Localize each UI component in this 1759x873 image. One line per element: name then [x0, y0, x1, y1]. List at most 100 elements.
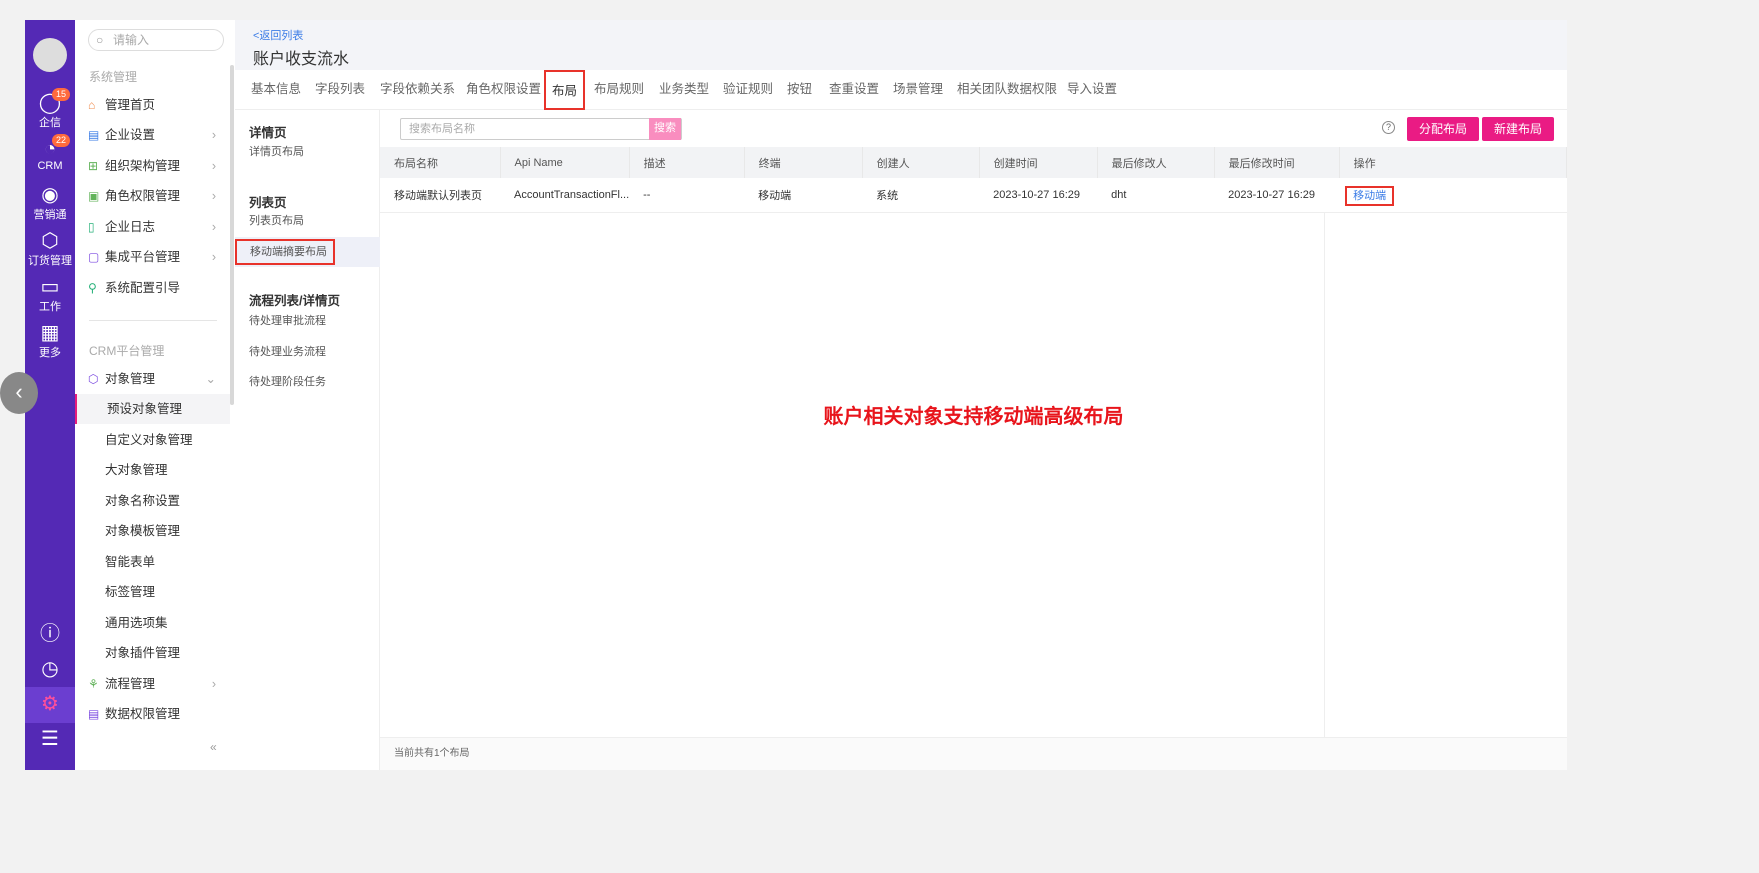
nav-sub-smartform[interactable]: 智能表单 — [75, 547, 230, 577]
tab-dedup[interactable]: 查重设置 — [829, 70, 879, 110]
page-title: 账户收支流水 — [253, 51, 350, 68]
rail-label: 营销通 — [33, 209, 67, 221]
new-layout-button[interactable]: 新建布局 — [1482, 117, 1555, 141]
tab-buttons[interactable]: 按钮 — [787, 70, 812, 110]
subnav-stage[interactable]: 待处理阶段任务 — [235, 367, 380, 397]
rail-label: 工作 — [39, 301, 61, 313]
subnav-mobile-summary[interactable]: 移动端摘要布局 — [235, 237, 380, 267]
column-header: 创建时间 — [979, 147, 1098, 178]
nav-sub-tags[interactable]: 标签管理 — [75, 577, 230, 607]
avatar[interactable] — [33, 38, 67, 72]
rail-item-marketing[interactable]: ◉ 营销通 — [25, 184, 75, 222]
chevron-right-icon: › — [211, 159, 216, 173]
section-title: 系统管理 — [89, 70, 138, 84]
tab-field-deps[interactable]: 字段依赖关系 — [380, 70, 455, 110]
rail-item-orders[interactable]: ⬡ 订货管理 — [25, 230, 75, 268]
tab-scenes[interactable]: 场景管理 — [893, 70, 943, 110]
scrollbar[interactable] — [230, 65, 234, 405]
divider — [89, 320, 217, 321]
tab-layout[interactable]: 布局 — [544, 70, 586, 110]
chevron-right-icon: › — [211, 250, 216, 264]
nav-sub-preset[interactable]: 预设对象管理 — [75, 394, 230, 424]
search-button[interactable]: 搜索 — [649, 118, 681, 140]
annotation-text: 账户相关对象支持移动端高级布局 — [823, 406, 1124, 428]
column-header: 操作 — [1339, 147, 1568, 178]
nav-sub-options[interactable]: 通用选项集 — [75, 608, 230, 638]
lock-doc-icon: ▤ — [88, 707, 100, 721]
rail-item-crm[interactable]: ◔ 22 CRM — [25, 134, 75, 172]
id-card-icon: ▣ — [88, 189, 100, 203]
subnav-list-layout[interactable]: 列表页布局 — [235, 206, 380, 236]
cell: 2023-10-27 16:29 — [979, 178, 1098, 213]
broadcast-icon: ◉ — [41, 184, 59, 206]
column-header: Api Name — [500, 147, 630, 178]
nav-item-company[interactable]: ▤ 企业设置 › — [75, 120, 230, 150]
back-link[interactable]: <返回列表 — [253, 27, 1549, 43]
rail-label: 企信 — [39, 117, 61, 129]
tab-validation[interactable]: 验证规则 — [723, 70, 773, 110]
cell: dht — [1097, 178, 1215, 213]
help-icon[interactable]: ? — [1382, 121, 1395, 134]
subnav-bizflow[interactable]: 待处理业务流程 — [235, 337, 380, 367]
cell: 移动端默认列表页 — [380, 178, 500, 213]
badge: 15 — [52, 88, 71, 101]
nav-sub-plugins[interactable]: 对象插件管理 — [75, 638, 230, 668]
rail-item-chat[interactable]: ◯ 15 企信 — [25, 88, 75, 130]
clock-icon[interactable]: ◷ — [25, 658, 75, 680]
tab-biz-type[interactable]: 业务类型 — [659, 70, 709, 110]
log-icon: ▯ — [88, 220, 95, 234]
tab-layout-rules[interactable]: 布局规则 — [594, 70, 644, 110]
nav-sub-custom[interactable]: 自定义对象管理 — [75, 425, 230, 455]
cell-actions: 移动端 — [1339, 178, 1567, 213]
nav-item-home[interactable]: ⌂ 管理首页 — [75, 90, 230, 120]
tab-basic[interactable]: 基本信息 — [251, 70, 301, 110]
nav-sub-name[interactable]: 对象名称设置 — [75, 486, 230, 516]
nav-item-org[interactable]: ⊞ 组织架构管理 › — [75, 151, 230, 181]
subnav-detail-layout[interactable]: 详情页布局 — [235, 137, 380, 167]
tab-team-perm[interactable]: 相关团队数据权限 — [957, 70, 1057, 110]
rail-item-work[interactable]: ▭ 工作 — [25, 276, 75, 314]
user-list-icon[interactable]: ☰ — [25, 728, 75, 750]
tab-import[interactable]: 导入设置 — [1067, 70, 1117, 110]
nav-item-integration[interactable]: ▢ 集成平台管理 › — [75, 242, 230, 272]
collapse-nav-button[interactable]: « — [210, 740, 217, 754]
mobile-action-link[interactable]: 移动端 — [1345, 185, 1395, 206]
nav-item-guide[interactable]: ⚲ 系统配置引导 — [75, 273, 230, 303]
layout-table: 布局名称 Api Name 描述 终端 创建人 创建时间 最后修改人 最后修改时… — [380, 147, 1568, 213]
flow-icon: ⚘ — [88, 677, 99, 691]
column-divider — [1324, 212, 1325, 737]
tab-bar: 基本信息 字段列表 字段依赖关系 角色权限设置 布局 布局规则 业务类型 验证规… — [235, 70, 1567, 110]
nav-item-objects[interactable]: ⬡ 对象管理 ⌄ — [75, 364, 230, 394]
nav-item-dataperm[interactable]: ▤ 数据权限管理 — [75, 699, 230, 729]
building-icon: ▤ — [88, 128, 100, 142]
nav-item-logs[interactable]: ▯ 企业日志 › — [75, 212, 230, 242]
section-title: CRM平台管理 — [89, 344, 165, 358]
nav-item-flow[interactable]: ⚘ 流程管理 › — [75, 669, 230, 699]
settings-nav: 请输入 系统管理 ⌂管理首页 ▤企业设置› ⊞组织架构管理› ▣角色权限管理› … — [75, 20, 235, 770]
tab-fields[interactable]: 字段列表 — [315, 70, 365, 110]
main-panel: <返回列表 账户收支流水 基本信息 字段列表 字段依赖关系 角色权限设置 布局 … — [235, 20, 1568, 770]
cube-icon: ⬡ — [88, 372, 99, 386]
layout-subnav: 详情页 详情页布局 列表页 列表页布局 移动端摘要布局 流程列表/详情页 待处理… — [235, 110, 380, 770]
layout-search-input[interactable]: 搜索布局名称 搜索 — [400, 118, 682, 140]
rail-label: 订货管理 — [28, 255, 72, 267]
table-footer: 当前共有1个布局 — [380, 737, 1567, 770]
nav-sub-big[interactable]: 大对象管理 — [75, 455, 230, 485]
subnav-approval[interactable]: 待处理审批流程 — [235, 306, 380, 336]
column-header: 布局名称 — [380, 147, 501, 178]
nav-item-roles[interactable]: ▣ 角色权限管理 › — [75, 181, 230, 211]
rail-item-more[interactable]: ▦ 更多 — [25, 322, 75, 360]
assign-layout-button[interactable]: 分配布局 — [1407, 117, 1480, 141]
column-header: 最后修改人 — [1097, 147, 1215, 178]
table-row: 移动端默认列表页 AccountTransactionFl... -- 移动端 … — [380, 178, 1567, 213]
collapse-left-button[interactable]: ‹ — [0, 372, 38, 414]
tab-role-perm[interactable]: 角色权限设置 — [466, 70, 541, 110]
cell: 移动端 — [744, 178, 863, 213]
help-icon[interactable]: ⓘ — [25, 623, 75, 645]
nav-search-input[interactable]: 请输入 — [88, 29, 224, 51]
box-icon: ⬡ — [41, 230, 59, 252]
settings-icon[interactable]: ⚙ — [25, 687, 75, 723]
cell: -- — [629, 178, 745, 213]
nav-sub-template[interactable]: 对象模板管理 — [75, 516, 230, 546]
badge: 22 — [52, 134, 71, 147]
